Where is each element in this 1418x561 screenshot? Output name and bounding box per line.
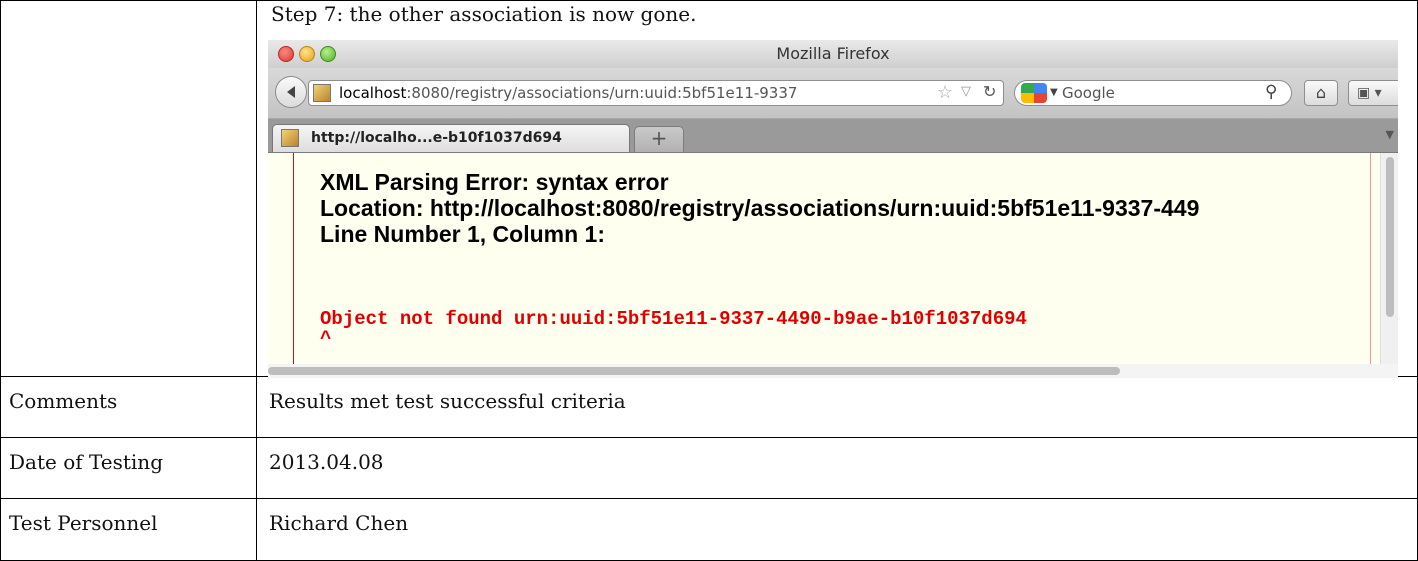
error-location: Location: http://localhost:8080/registry… [320,195,1200,221]
url-host: localhost [339,84,407,102]
page-content: XML Parsing Error: syntax error Location… [268,153,1398,364]
home-button[interactable]: ⌂ [1304,80,1338,106]
back-arrow-icon [287,86,295,98]
comments-value: Results met test successful criteria [256,376,1418,438]
firefox-window: Mozilla Firefox localhost:8080/registry/… [268,40,1398,378]
date-label: Date of Testing [0,437,257,499]
error-line-info: Line Number 1, Column 1: [320,221,605,247]
horizontal-scroll-thumb[interactable] [268,367,1120,375]
navigation-toolbar: localhost:8080/registry/associations/urn… [268,68,1398,119]
title-bar[interactable]: Mozilla Firefox [268,40,1398,68]
google-logo-icon[interactable] [1021,83,1047,103]
date-value: 2013.04.08 [256,437,1418,499]
personnel-label: Test Personnel [0,498,257,561]
bookmarks-icon: ▣ ▾ [1357,85,1382,101]
new-tab-button[interactable]: + [634,126,684,152]
history-dropdown-icon[interactable]: ▽ [961,84,971,99]
tab-favicon-icon [281,129,299,147]
back-button[interactable] [275,76,307,108]
search-bar[interactable]: ▼ Google ⚲ [1014,80,1292,106]
reload-icon[interactable]: ↻ [983,82,996,101]
url-bar[interactable]: localhost:8080/registry/associations/urn… [308,80,1004,106]
star-icon[interactable]: ☆ [937,82,953,103]
tab-label: http://localho...e-b10f1037d694 [311,130,562,146]
personnel-value: Richard Chen [256,498,1418,561]
vertical-scroll-thumb[interactable] [1386,157,1394,317]
comments-label: Comments [0,376,257,438]
horizontal-scrollbar[interactable] [268,364,1398,378]
error-title: XML Parsing Error: syntax error [320,169,669,195]
tab-active[interactable]: http://localho...e-b10f1037d694 [272,124,630,152]
search-placeholder: Google [1062,84,1115,102]
source-caret: ^ [320,328,332,350]
step-caption: Step 7: the other association is now gon… [271,2,697,26]
engine-dropdown-icon[interactable]: ▼ [1050,87,1058,98]
home-icon: ⌂ [1315,83,1327,102]
source-text: Object not found urn:uuid:5bf51e11-9337-… [320,309,1027,349]
vertical-scrollbar[interactable] [1380,153,1398,364]
tab-strip: http://localho...e-b10f1037d694 + ▼ [268,119,1398,153]
empty-label-cell [0,0,257,377]
error-rule-right [1370,153,1371,364]
url-text[interactable]: localhost:8080/registry/associations/urn… [339,84,797,102]
magnifier-icon[interactable]: ⚲ [1265,82,1277,102]
site-favicon-icon [313,84,331,102]
tab-list-icon[interactable]: ▼ [1386,128,1394,141]
window-title: Mozilla Firefox [776,44,890,63]
bookmarks-button[interactable]: ▣ ▾ [1348,80,1398,106]
url-path: :8080/registry/associations/urn:uuid:5bf… [406,84,798,102]
source-line: Object not found urn:uuid:5bf51e11-9337-… [320,308,1027,330]
error-rule-left [293,153,294,364]
error-heading: XML Parsing Error: syntax error Location… [320,169,1199,247]
